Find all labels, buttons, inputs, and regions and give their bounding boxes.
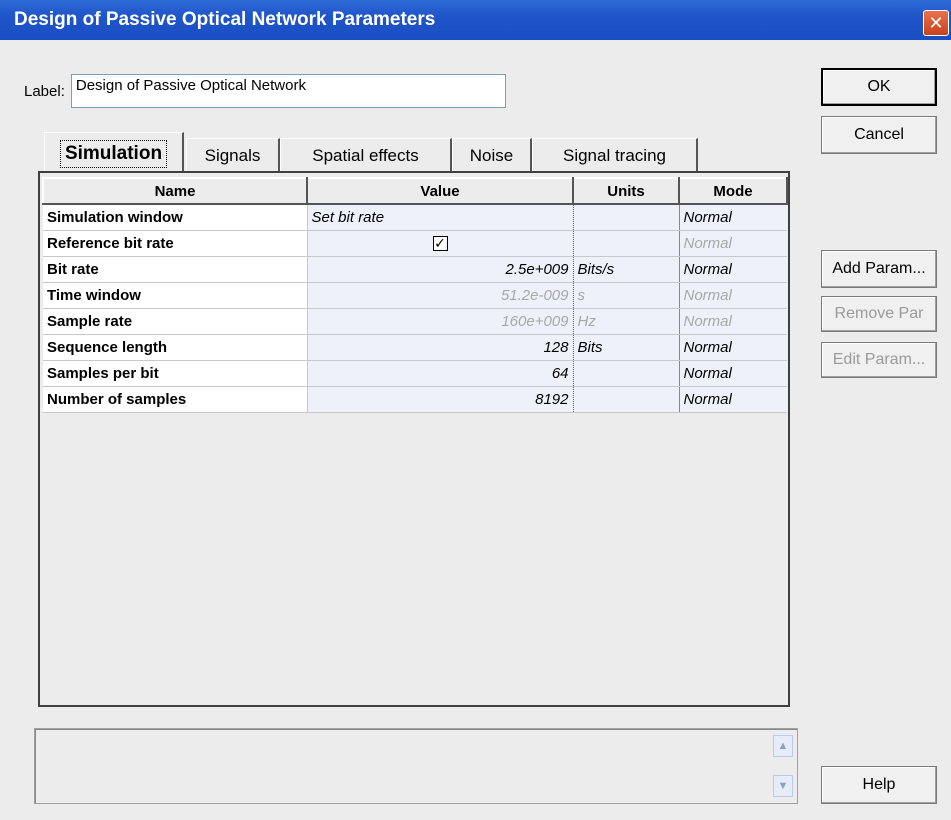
dialog-window: Design of Passive Optical Network Parame… bbox=[0, 0, 951, 820]
column-header-mode[interactable]: Mode bbox=[678, 177, 788, 205]
table-header-row: Name Value Units Mode bbox=[42, 177, 788, 205]
param-mode: Normal bbox=[678, 230, 787, 257]
add-param-button[interactable]: Add Param... bbox=[821, 250, 937, 288]
tab-signals[interactable]: Signals bbox=[186, 138, 280, 172]
param-units: Bits/s bbox=[573, 256, 680, 283]
param-units bbox=[573, 204, 680, 231]
param-mode[interactable]: Normal bbox=[678, 334, 787, 361]
scroll-down-icon[interactable]: ▼ bbox=[773, 775, 793, 797]
param-value[interactable]: Set bit rate bbox=[307, 204, 574, 231]
param-value[interactable]: ✓ bbox=[307, 230, 574, 257]
param-mode[interactable]: Normal bbox=[678, 386, 787, 413]
param-value[interactable]: 2.5e+009 bbox=[307, 256, 574, 283]
label-row: Label: Design of Passive Optical Network bbox=[24, 74, 506, 108]
tab-panel: Name Value Units Mode Simulation window … bbox=[38, 171, 790, 707]
tab-label: Signal tracing bbox=[562, 145, 666, 165]
tab-label: Signals bbox=[204, 145, 261, 165]
label-input[interactable]: Design of Passive Optical Network bbox=[70, 74, 506, 108]
table-row[interactable]: Reference bit rate ✓ Normal bbox=[43, 230, 787, 257]
scroll-up-icon[interactable]: ▲ bbox=[773, 735, 793, 757]
param-mode[interactable]: Normal bbox=[678, 360, 787, 387]
param-value[interactable]: 64 bbox=[307, 360, 574, 387]
param-name: Time window bbox=[43, 282, 308, 309]
window-title: Design of Passive Optical Network Parame… bbox=[14, 9, 436, 30]
param-name: Samples per bit bbox=[43, 360, 308, 387]
title-bar: Design of Passive Optical Network Parame… bbox=[0, 0, 951, 40]
parameters-table: Name Value Units Mode Simulation window … bbox=[42, 177, 788, 413]
param-value[interactable]: 128 bbox=[307, 334, 574, 361]
label-caption: Label: bbox=[24, 82, 65, 100]
param-units bbox=[573, 360, 680, 387]
tab-label: Simulation bbox=[59, 139, 168, 168]
table-row[interactable]: Samples per bit 64 Normal bbox=[43, 360, 787, 387]
column-header-name[interactable]: Name bbox=[42, 177, 308, 205]
param-value: 160e+009 bbox=[307, 308, 574, 335]
cancel-button[interactable]: Cancel bbox=[821, 116, 937, 154]
tab-label: Spatial effects bbox=[312, 145, 419, 165]
param-units: Bits bbox=[573, 334, 680, 361]
description-textarea[interactable]: ▲ ▼ bbox=[34, 728, 798, 804]
column-header-units[interactable]: Units bbox=[572, 177, 680, 205]
tab-noise[interactable]: Noise bbox=[452, 138, 532, 172]
param-name: Reference bit rate bbox=[43, 230, 308, 257]
param-name: Sample rate bbox=[43, 308, 308, 335]
param-units bbox=[573, 386, 680, 413]
param-units: Hz bbox=[573, 308, 680, 335]
param-mode: Normal bbox=[678, 282, 787, 309]
tab-simulation[interactable]: Simulation bbox=[44, 132, 184, 174]
param-name: Number of samples bbox=[43, 386, 308, 413]
param-value: 51.2e-009 bbox=[307, 282, 574, 309]
param-name: Bit rate bbox=[43, 256, 308, 283]
ok-button[interactable]: OK bbox=[821, 68, 937, 106]
table-row[interactable]: Sample rate 160e+009 Hz Normal bbox=[43, 308, 787, 335]
table-row[interactable]: Bit rate 2.5e+009 Bits/s Normal bbox=[43, 256, 787, 283]
remove-param-button[interactable]: Remove Par bbox=[821, 296, 937, 332]
tab-signal-tracing[interactable]: Signal tracing bbox=[532, 138, 698, 172]
tab-spatial-effects[interactable]: Spatial effects bbox=[280, 138, 452, 172]
help-button[interactable]: Help bbox=[821, 766, 937, 804]
edit-param-button[interactable]: Edit Param... bbox=[821, 342, 937, 378]
table-row[interactable]: Simulation window Set bit rate Normal bbox=[43, 204, 787, 231]
param-units: s bbox=[573, 282, 680, 309]
table-row[interactable]: Time window 51.2e-009 s Normal bbox=[43, 282, 787, 309]
param-mode[interactable]: Normal bbox=[678, 204, 787, 231]
param-name: Sequence length bbox=[43, 334, 308, 361]
close-icon[interactable]: ✕ bbox=[923, 10, 949, 36]
param-mode: Normal bbox=[678, 308, 787, 335]
table-row[interactable]: Sequence length 128 Bits Normal bbox=[43, 334, 787, 361]
tab-label: Noise bbox=[469, 145, 514, 165]
param-units bbox=[573, 230, 680, 257]
table-row[interactable]: Number of samples 8192 Normal bbox=[43, 386, 787, 413]
param-mode[interactable]: Normal bbox=[678, 256, 787, 283]
checkbox-checked-icon[interactable]: ✓ bbox=[432, 235, 448, 251]
column-header-value[interactable]: Value bbox=[306, 177, 574, 205]
param-value[interactable]: 8192 bbox=[307, 386, 574, 413]
param-name: Simulation window bbox=[43, 204, 308, 231]
